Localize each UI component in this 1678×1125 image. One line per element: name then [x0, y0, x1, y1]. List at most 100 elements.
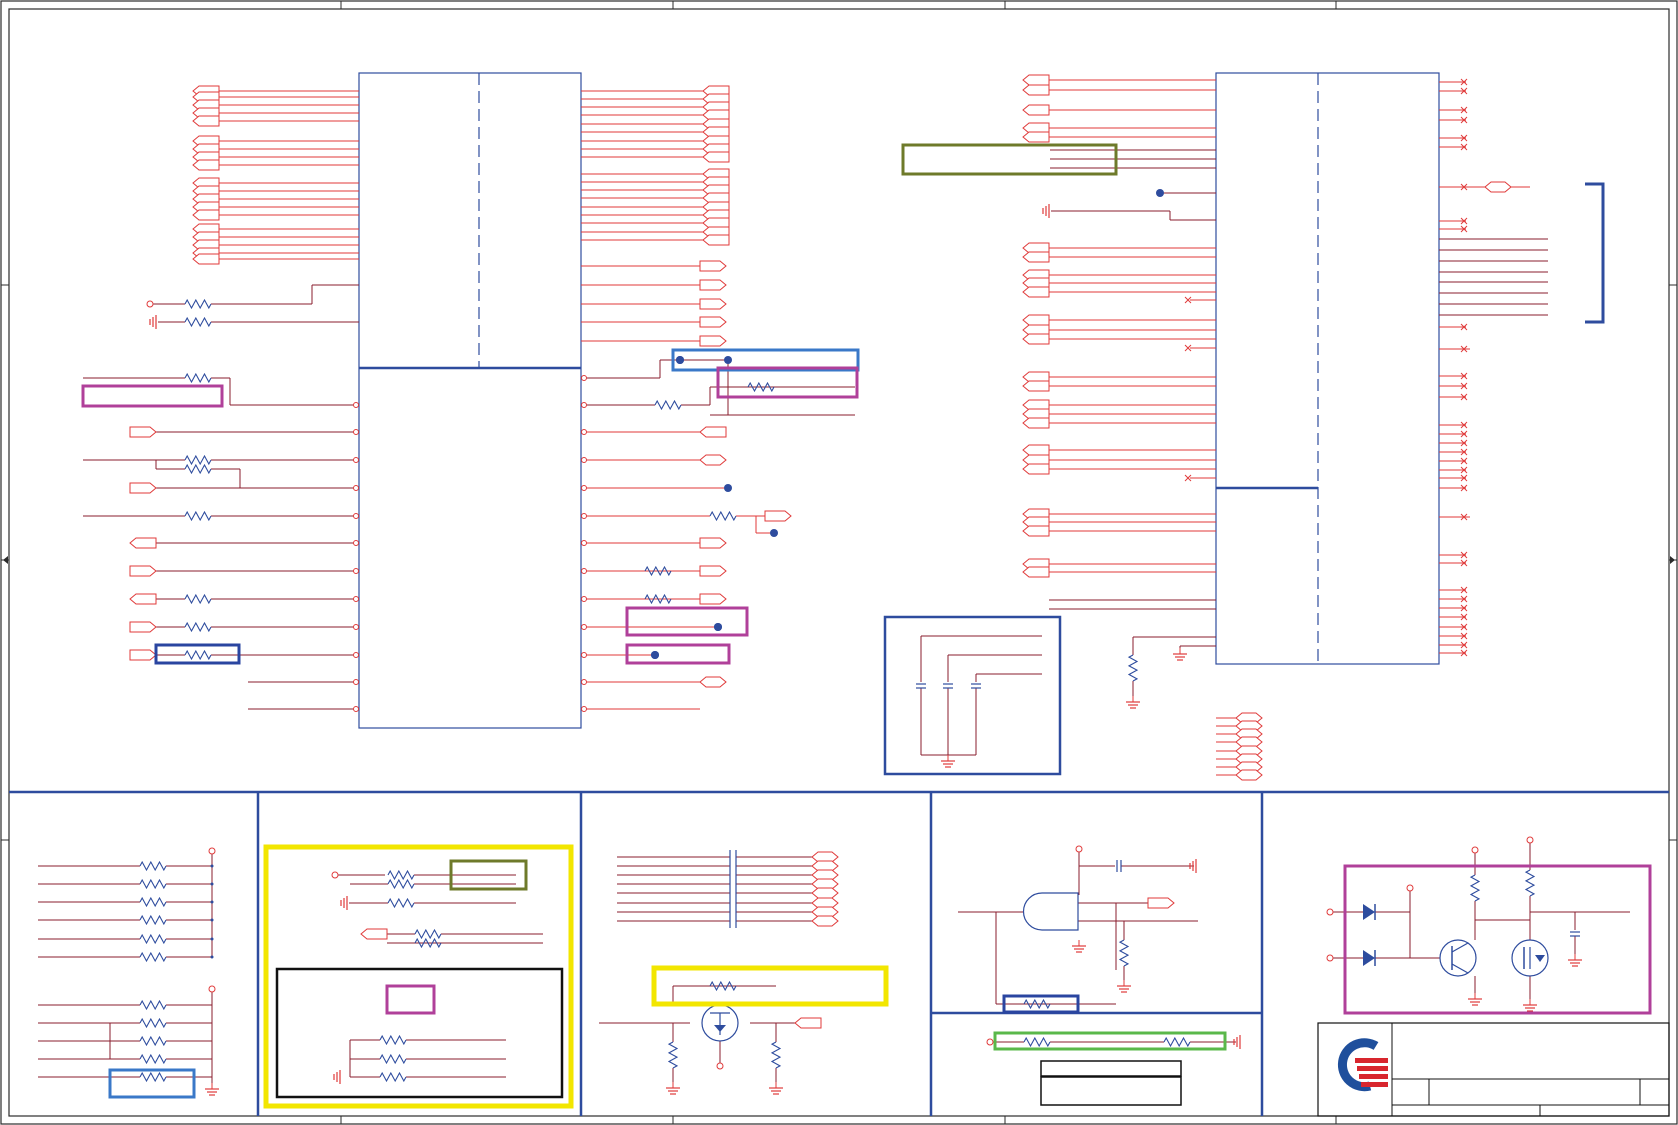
- resistor-icon: [414, 928, 442, 940]
- pin-end: [581, 679, 587, 685]
- pin-end: [353, 485, 359, 491]
- net-flag-icon: [699, 454, 727, 466]
- net-flag-icon: [811, 915, 839, 927]
- resistor-icon: [379, 1071, 407, 1083]
- resistor-icon: [184, 298, 212, 310]
- resistor-icon: [139, 1071, 167, 1083]
- company-logo-icon: [1359, 1074, 1388, 1079]
- transistor-icon: [1439, 939, 1477, 977]
- highlight-box-magenta: [716, 366, 859, 399]
- resistor-icon: [139, 1035, 167, 1047]
- zone-arrow: [3, 556, 8, 564]
- pin-end: [581, 706, 587, 712]
- resistor-icon: [184, 454, 212, 466]
- resistor-icon: [184, 316, 212, 328]
- power-rail-icon: [146, 300, 154, 308]
- resistor-icon: [709, 980, 737, 992]
- pin-end: [353, 596, 359, 602]
- pin-end: [581, 568, 587, 574]
- junction-dot: [770, 529, 778, 537]
- resistor-icon: [184, 621, 212, 633]
- highlight-box-magenta: [625, 643, 731, 665]
- resistor-icon: [139, 933, 167, 945]
- pin-end: [581, 596, 587, 602]
- pin-end: [353, 402, 359, 408]
- net-flag-icon: [192, 253, 220, 265]
- net-flag-icon: [1147, 897, 1175, 909]
- net-flag-icon: [1022, 525, 1050, 537]
- resistor-icon: [139, 878, 167, 890]
- resistor-icon: [1469, 874, 1481, 902]
- net-flag-icon: [702, 234, 730, 246]
- resistor-icon: [139, 1053, 167, 1065]
- power-rail-icon: [331, 871, 339, 879]
- resistor-icon: [709, 510, 737, 522]
- net-flag-icon: [699, 316, 727, 328]
- bus-bracket: [1585, 182, 1605, 324]
- highlight-layer: [81, 143, 1652, 1109]
- net-flag-icon: [699, 676, 727, 688]
- net-flag-icon: [699, 298, 727, 310]
- net-flag-icon: [129, 565, 157, 577]
- highlight-box-magenta: [81, 384, 224, 408]
- net-flag-icon: [1484, 181, 1512, 193]
- net-flag-icon: [1022, 444, 1050, 456]
- power-rail-icon: [208, 847, 216, 855]
- schematic-sheet: [0, 0, 1678, 1125]
- company-logo-icon: [1337, 1038, 1379, 1092]
- power-rail-icon: [1326, 908, 1334, 916]
- highlight-box-green: [993, 1031, 1227, 1051]
- power-rail-icon: [1075, 845, 1083, 853]
- highlight-box-magenta: [1343, 864, 1652, 1015]
- resistor-icon: [139, 860, 167, 872]
- pin-end: [581, 624, 587, 630]
- pin-end: [353, 624, 359, 630]
- ic-right-body: [1215, 72, 1440, 665]
- resistor-icon: [1118, 939, 1130, 967]
- net-flag-icon: [1022, 463, 1050, 475]
- net-flag-icon: [794, 1017, 822, 1029]
- power-rail-icon: [1406, 884, 1414, 892]
- pin-end: [581, 540, 587, 546]
- net-flag-icon: [699, 537, 727, 549]
- net-flag-icon: [1235, 769, 1263, 781]
- net-flag-icon: [1022, 333, 1050, 345]
- junction-dot: [210, 864, 214, 868]
- pin-end: [353, 540, 359, 546]
- resistor-icon: [184, 372, 212, 384]
- junction-dot: [714, 623, 722, 631]
- pin-end: [353, 429, 359, 435]
- part-layer: [129, 74, 1605, 1096]
- resistor-icon: [1163, 1036, 1191, 1048]
- junction-dot: [210, 900, 214, 904]
- highlight-box-magenta: [385, 984, 436, 1015]
- resistor-icon: [747, 381, 775, 393]
- label-box: [1040, 1060, 1182, 1077]
- net-flag-icon: [1022, 131, 1050, 143]
- net-flag-icon: [699, 426, 727, 438]
- net-flag-icon: [1022, 417, 1050, 429]
- net-flag-icon: [699, 260, 727, 272]
- net-flag-icon: [811, 887, 839, 899]
- resistor-icon: [1127, 654, 1139, 682]
- net-flag-icon: [1022, 380, 1050, 392]
- pin-end: [353, 706, 359, 712]
- resistor-icon: [139, 951, 167, 963]
- pin-end: [581, 457, 587, 463]
- pin-end: [353, 457, 359, 463]
- pin-end: [581, 402, 587, 408]
- junction-dot: [210, 918, 214, 922]
- schematic-canvas: [0, 0, 1678, 1125]
- resistor-icon: [379, 1053, 407, 1065]
- net-flag-icon: [1022, 74, 1050, 86]
- net-flag-icon: [1022, 251, 1050, 263]
- resistor-icon: [644, 593, 672, 605]
- net-flag-icon: [699, 335, 727, 347]
- sheet-border-outer: [0, 0, 1678, 1125]
- net-flag-icon: [129, 649, 157, 661]
- junction-dot: [724, 356, 732, 364]
- wire-layer: [38, 79, 1630, 1087]
- power-rail-icon: [1471, 846, 1479, 854]
- junction-dot: [724, 484, 732, 492]
- and-gate-icon: [1022, 892, 1079, 931]
